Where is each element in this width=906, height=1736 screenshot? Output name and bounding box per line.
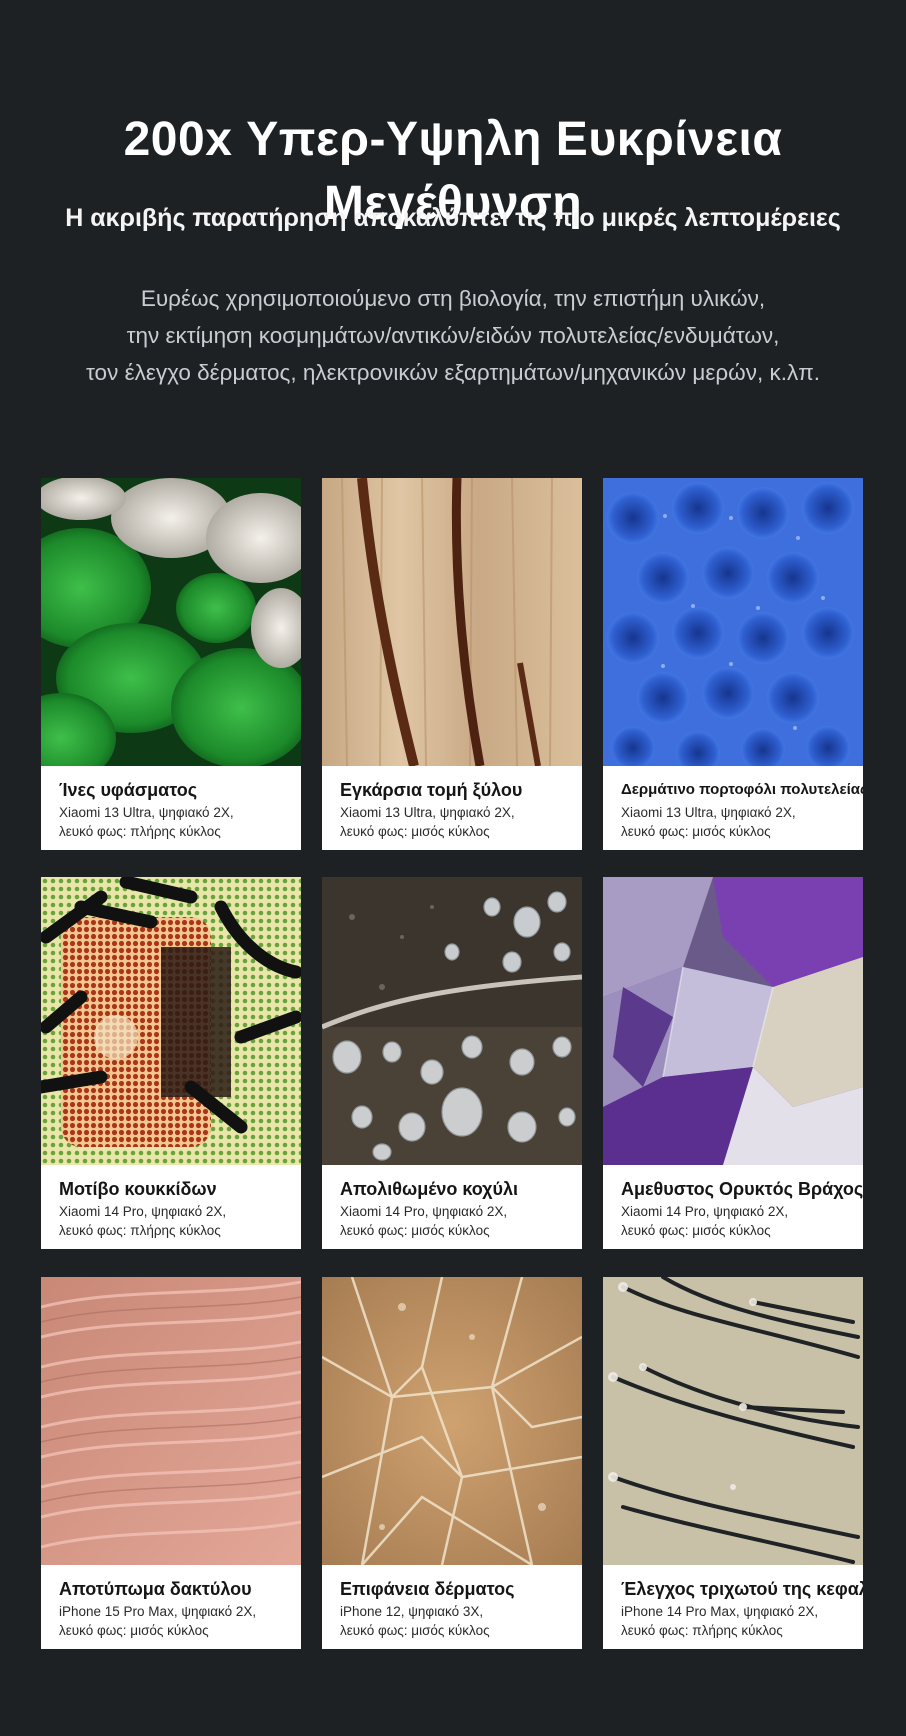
- fossil-shell-image: [322, 877, 582, 1165]
- card-light: λευκό φως: μισός κύκλος: [340, 824, 490, 839]
- card-device: Xiaomi 14 Pro, ψηφιακό 2X,: [59, 1204, 227, 1219]
- card-light: λευκό φως: μισός κύκλος: [59, 1623, 209, 1638]
- card-title: Εγκάρσια τομή ξύλου: [340, 780, 523, 800]
- card-device: Xiaomi 14 Pro, ψηφιακό 2X,: [340, 1204, 508, 1219]
- amethyst-crystal-image: [603, 877, 863, 1165]
- card-device: Xiaomi 13 Ultra, ψηφιακό 2X,: [621, 805, 796, 820]
- card-caption: Εγκάρσια τομή ξύλου Xiaomi 13 Ultra, ψηφ…: [322, 766, 582, 850]
- fingerprint-image: [41, 1277, 301, 1565]
- halftone-pattern-image: [41, 877, 301, 1165]
- card-device: iPhone 14 Pro Max, ψηφιακό 2X,: [621, 1604, 819, 1619]
- card-light: λευκό φως: μισός κύκλος: [340, 1223, 490, 1238]
- card-caption: Έλεγχος τριχωτού της κεφαλής iPhone 14 P…: [603, 1565, 863, 1649]
- card-light: λευκό φως: πλήρης κύκλος: [59, 824, 221, 839]
- scalp-hair-image: [603, 1277, 863, 1565]
- sample-card-fossil: Απολιθωμένο κοχύλι Xiaomi 14 Pro, ψηφιακ…: [322, 877, 582, 1249]
- card-light: λευκό φως: μισός κύκλος: [340, 1623, 490, 1638]
- card-caption: Δερμάτινο πορτοφόλι πολυτελείας Xiaomi 1…: [603, 766, 863, 850]
- card-light: λευκό φως: πλήρης κύκλος: [59, 1223, 221, 1238]
- card-title: Έλεγχος τριχωτού της κεφαλής: [621, 1579, 863, 1599]
- card-title: Ίνες υφάσματος: [59, 780, 198, 800]
- card-device: iPhone 15 Pro Max, ψηφιακό 2X,: [59, 1604, 257, 1619]
- sample-card-amethyst: Αμεθυστος Ορυκτός Βράχος Xiaomi 14 Pro, …: [603, 877, 863, 1249]
- card-device: Xiaomi 13 Ultra, ψηφιακό 2X,: [340, 805, 515, 820]
- card-caption: Απολιθωμένο κοχύλι Xiaomi 14 Pro, ψηφιακ…: [322, 1165, 582, 1249]
- sample-card-fingerprint: Αποτύπωμα δακτύλου iPhone 15 Pro Max, ψη…: [41, 1277, 301, 1649]
- sample-card-scalp: Έλεγχος τριχωτού της κεφαλής iPhone 14 P…: [603, 1277, 863, 1649]
- card-device: Xiaomi 13 Ultra, ψηφιακό 2X,: [59, 805, 234, 820]
- card-title: Αμεθυστος Ορυκτός Βράχος: [621, 1179, 863, 1199]
- card-title: Επιφάνεια δέρματος: [340, 1579, 515, 1599]
- skin-surface-image: [322, 1277, 582, 1565]
- card-title: Μοτίβο κουκκίδων: [59, 1179, 217, 1199]
- sample-card-leather: Δερμάτινο πορτοφόλι πολυτελείας Xiaomi 1…: [603, 478, 863, 850]
- card-title: Απολιθωμένο κοχύλι: [340, 1179, 518, 1199]
- page-subtitle: Η ακριβής παρατήρηση αποκαλύπτει τις πιο…: [65, 204, 841, 232]
- sample-card-fabric: Ίνες υφάσματος Xiaomi 13 Ultra, ψηφιακό …: [41, 478, 301, 850]
- sample-card-halftone: Μοτίβο κουκκίδων Xiaomi 14 Pro, ψηφιακό …: [41, 877, 301, 1249]
- card-light: λευκό φως: μισός κύκλος: [621, 824, 771, 839]
- card-caption: Αποτύπωμα δακτύλου iPhone 15 Pro Max, ψη…: [41, 1565, 301, 1649]
- card-light: λευκό φως: μισός κύκλος: [621, 1223, 771, 1238]
- description-line: τον έλεγχο δέρματος, ηλεκτρονικών εξαρτη…: [85, 360, 821, 385]
- card-caption: Μοτίβο κουκκίδων Xiaomi 14 Pro, ψηφιακό …: [41, 1165, 301, 1249]
- card-device: Xiaomi 14 Pro, ψηφιακό 2X,: [621, 1204, 789, 1219]
- card-device: iPhone 12, ψηφιακό 3X,: [340, 1604, 484, 1619]
- description-line: Ευρέως χρησιμοποιούμενο στη βιολογία, τη…: [140, 286, 766, 311]
- sample-card-wood: Εγκάρσια τομή ξύλου Xiaomi 13 Ultra, ψηφ…: [322, 478, 582, 850]
- sample-card-skin: Επιφάνεια δέρματος iPhone 12, ψηφιακό 3X…: [322, 1277, 582, 1649]
- page-description: Ευρέως χρησιμοποιούμενο στη βιολογία, τη…: [0, 280, 906, 391]
- card-caption: Επιφάνεια δέρματος iPhone 12, ψηφιακό 3X…: [322, 1565, 582, 1649]
- card-title: Αποτύπωμα δακτύλου: [59, 1579, 252, 1599]
- card-title: Δερμάτινο πορτοφόλι πολυτελείας: [621, 781, 863, 798]
- card-caption: Αμεθυστος Ορυκτός Βράχος Xiaomi 14 Pro, …: [603, 1165, 863, 1249]
- fabric-fibers-image: [41, 478, 301, 766]
- description-line: την εκτίμηση κοσμημάτων/αντικών/ειδών πο…: [126, 323, 780, 348]
- card-light: λευκό φως: πλήρης κύκλος: [621, 1623, 783, 1638]
- wood-cross-section-image: [322, 478, 582, 766]
- card-caption: Ίνες υφάσματος Xiaomi 13 Ultra, ψηφιακό …: [41, 766, 301, 850]
- leather-texture-image: [603, 478, 863, 766]
